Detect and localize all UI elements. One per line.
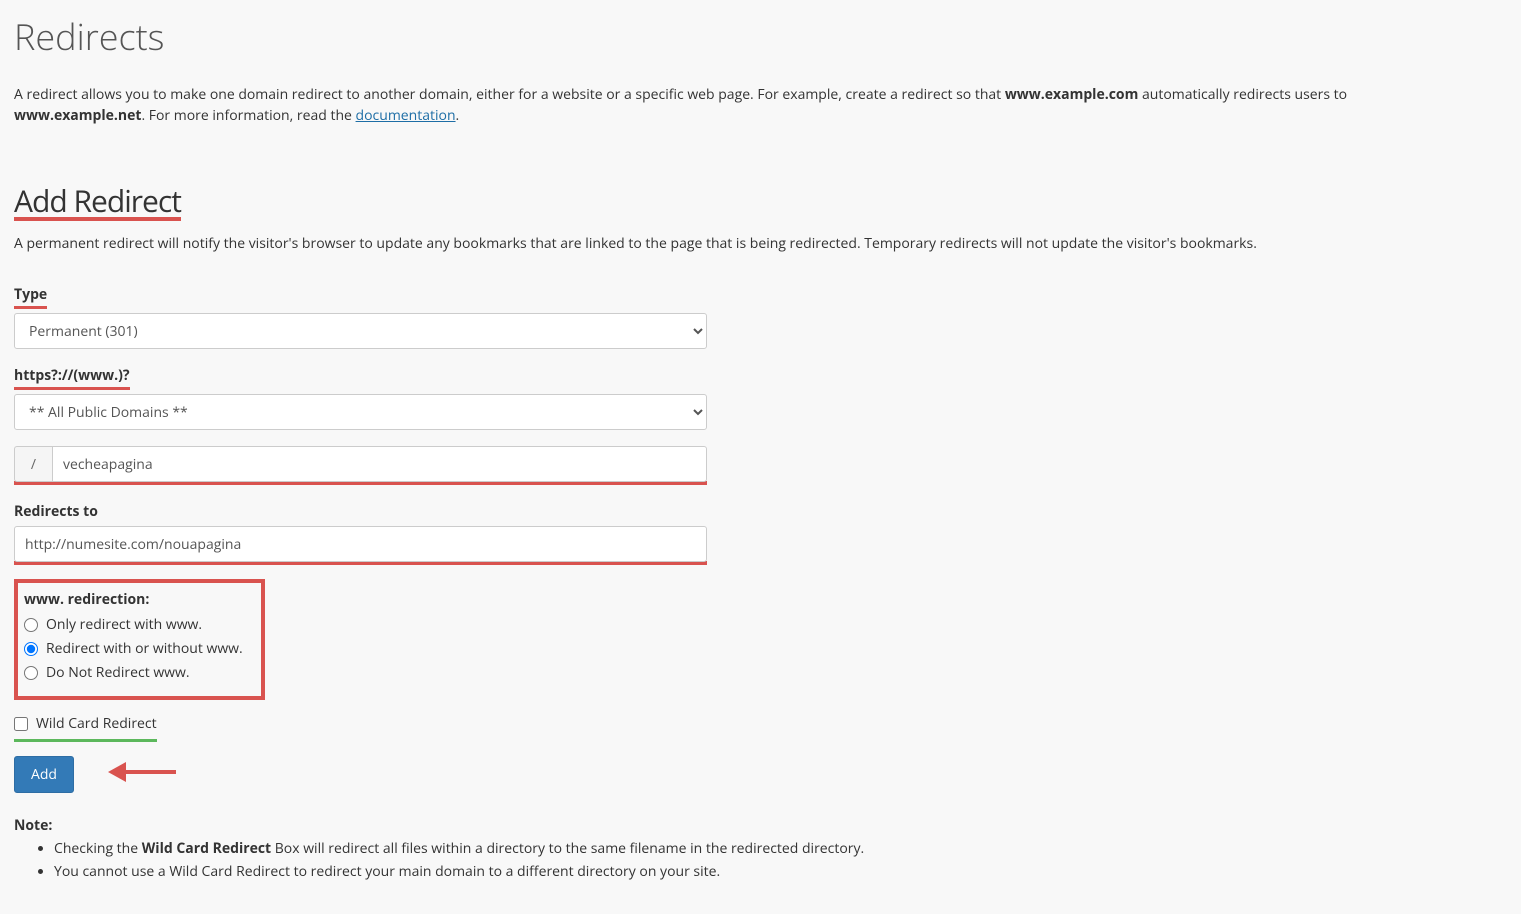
- note-item-1: Checking the Wild Card Redirect Box will…: [54, 838, 1507, 859]
- documentation-link[interactable]: documentation: [356, 106, 456, 125]
- type-label: Type: [14, 284, 47, 309]
- wildcard-label: Wild Card Redirect: [36, 713, 157, 734]
- www-radio-both[interactable]: [24, 642, 38, 656]
- www-option-none-label: Do Not Redirect www.: [46, 662, 190, 683]
- www-option-both[interactable]: Redirect with or without www.: [24, 638, 243, 659]
- add-button[interactable]: Add: [14, 756, 74, 793]
- page-title: Redirects: [14, 10, 1507, 64]
- domain-select[interactable]: ** All Public Domains **: [14, 394, 707, 430]
- intro-example1: www.example.com: [1005, 85, 1139, 104]
- note-title: Note:: [14, 815, 1507, 836]
- www-redirection-group: www. redirection: Only redirect with www…: [14, 579, 265, 700]
- www-option-none[interactable]: Do Not Redirect www.: [24, 662, 243, 683]
- note-item-2: You cannot use a Wild Card Redirect to r…: [54, 861, 1507, 882]
- www-radio-none[interactable]: [24, 666, 38, 680]
- intro-part3: . For more information, read the: [141, 106, 355, 125]
- intro-example2: www.example.net: [14, 106, 141, 125]
- note-1c: Box will redirect all files within a dir…: [271, 839, 864, 858]
- redirects-to-input[interactable]: [14, 526, 707, 562]
- intro-text: A redirect allows you to make one domain…: [14, 84, 1414, 126]
- note-1b: Wild Card Redirect: [142, 839, 271, 858]
- path-prefix: /: [14, 446, 52, 482]
- www-option-only[interactable]: Only redirect with www.: [24, 614, 243, 635]
- intro-part4: .: [456, 106, 460, 125]
- wildcard-checkbox[interactable]: [14, 717, 28, 731]
- redirects-to-label: Redirects to: [14, 501, 98, 522]
- annotation-arrow-icon: [108, 758, 178, 792]
- www-redirection-label: www. redirection:: [24, 589, 243, 610]
- www-option-only-label: Only redirect with www.: [46, 614, 202, 635]
- domain-label: https?://(www.)?: [14, 365, 130, 390]
- www-radio-only[interactable]: [24, 618, 38, 632]
- add-redirect-description: A permanent redirect will notify the vis…: [14, 233, 1507, 254]
- intro-part2: automatically redirects users to: [1138, 85, 1347, 104]
- wildcard-row: Wild Card Redirect: [14, 710, 157, 742]
- type-select[interactable]: Permanent (301): [14, 313, 707, 349]
- redirects-to-field: Redirects to: [14, 501, 1507, 565]
- intro-part1: A redirect allows you to make one domain…: [14, 85, 1005, 104]
- wildcard-option[interactable]: Wild Card Redirect: [14, 713, 157, 734]
- path-field: /: [14, 446, 1507, 485]
- domain-field: https?://(www.)? ** All Public Domains *…: [14, 365, 1507, 430]
- type-field: Type Permanent (301): [14, 284, 1507, 349]
- note-block: Note: Checking the Wild Card Redirect Bo…: [14, 815, 1507, 882]
- path-input[interactable]: [52, 446, 707, 482]
- note-1a: Checking the: [54, 839, 142, 858]
- www-option-both-label: Redirect with or without www.: [46, 638, 243, 659]
- add-redirect-heading: Add Redirect: [14, 184, 181, 221]
